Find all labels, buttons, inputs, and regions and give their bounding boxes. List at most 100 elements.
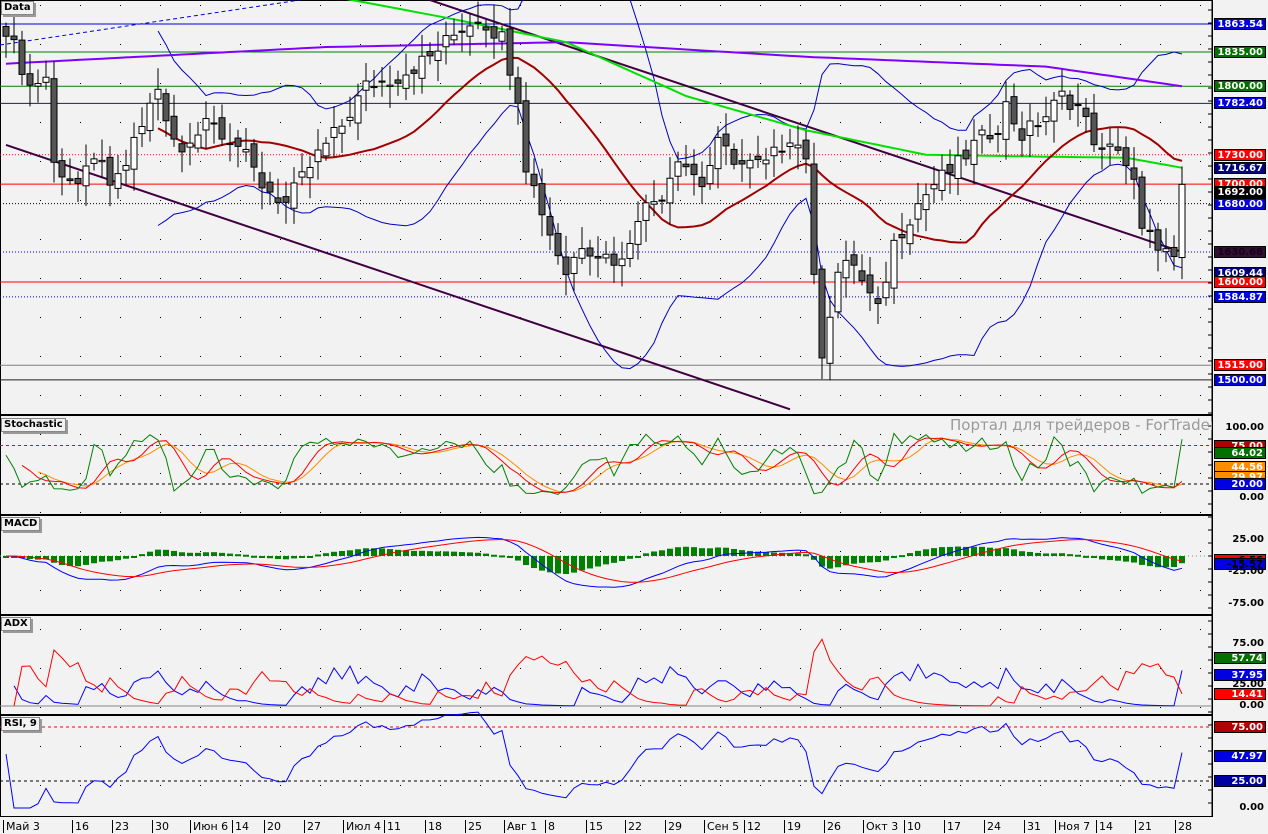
grid-dot [840, 83, 841, 84]
grid-dot [880, 356, 881, 357]
candle-body [442, 35, 450, 48]
candle-body [234, 137, 242, 147]
grid-dot [200, 200, 201, 201]
grid-dot [720, 5, 721, 6]
grid-dot [840, 356, 841, 357]
grid-dot [520, 590, 521, 591]
grid-dot [920, 356, 921, 357]
grid-dot [400, 785, 401, 786]
grid-dot [560, 707, 561, 708]
candle-body [650, 201, 658, 205]
grid-dot [480, 122, 481, 123]
candle-body [506, 28, 514, 76]
candle-body [594, 255, 602, 259]
candle-body [458, 30, 466, 33]
macd-histogram-bar [1107, 556, 1113, 561]
grid-dot [440, 590, 441, 591]
grid-dot [720, 590, 721, 591]
grid-dot [960, 395, 961, 396]
grid-dot [1080, 551, 1081, 552]
macd-histogram-bar [1051, 553, 1057, 556]
grid-dot [160, 590, 161, 591]
grid-dot [40, 590, 41, 591]
grid-dot [280, 5, 281, 6]
grid-dot [200, 395, 201, 396]
grid-dot [1160, 278, 1161, 279]
date-axis-label: Сен 5 [704, 820, 739, 833]
grid-dot [760, 629, 761, 630]
grid-dot [960, 590, 961, 591]
grid-dot [120, 746, 121, 747]
price-axis-label: 1782.40 [1214, 97, 1266, 110]
grid-dot [1040, 434, 1041, 435]
grid-dot [920, 473, 921, 474]
candle-body [146, 102, 154, 132]
grid-dot [320, 83, 321, 84]
grid-dot [720, 746, 721, 747]
candle-body [138, 126, 146, 135]
grid-dot [1120, 668, 1121, 669]
candle-body [1154, 229, 1162, 251]
grid-dot [760, 239, 761, 240]
grid-dot [480, 239, 481, 240]
grid-dot [920, 161, 921, 162]
grid-dot [240, 707, 241, 708]
grid-dot [1040, 395, 1041, 396]
grid-dot [360, 785, 361, 786]
macd-histogram-bar [323, 553, 329, 556]
macd-histogram-bar [155, 549, 161, 556]
grid-dot [680, 239, 681, 240]
grid-dot [360, 356, 361, 357]
grid-dot [80, 317, 81, 318]
date-axis-label: 18 [425, 820, 442, 833]
grid-dot [80, 473, 81, 474]
macd-histogram-bar [923, 549, 929, 556]
grid-dot [280, 161, 281, 162]
macd-histogram-bar [91, 556, 97, 564]
grid-dot [440, 122, 441, 123]
macd-histogram-bar [731, 548, 737, 556]
grid-dot [120, 629, 121, 630]
adx-axis-label: 14.41 [1214, 688, 1266, 701]
candle-body [2, 25, 10, 37]
macd-histogram-bar [459, 552, 465, 556]
macd-histogram-bar [1035, 552, 1041, 556]
grid-dot [760, 746, 761, 747]
macd-histogram-bar [675, 547, 681, 556]
grid-dot [400, 629, 401, 630]
grid-dot [760, 473, 761, 474]
grid-dot [640, 590, 641, 591]
candle-body [258, 172, 266, 189]
grid-dot [1200, 200, 1201, 201]
main-panel-label: Data [1, 1, 34, 15]
grid-dot [240, 83, 241, 84]
grid-dot [1120, 395, 1121, 396]
grid-dot [1200, 512, 1201, 513]
grid-dot [760, 5, 761, 6]
grid-dot [120, 200, 121, 201]
grid-dot [80, 83, 81, 84]
grid-dot [480, 161, 481, 162]
grid-dot [40, 512, 41, 513]
grid-dot [400, 668, 401, 669]
grid-dot [1040, 44, 1041, 45]
macd-histogram-bar [611, 556, 617, 563]
grid-dot [1000, 473, 1001, 474]
macd-histogram-bar [291, 556, 297, 559]
grid-dot [360, 278, 361, 279]
grid-dot [520, 629, 521, 630]
grid-dot [40, 161, 41, 162]
grid-dot [1040, 590, 1041, 591]
grid-dot [720, 278, 721, 279]
date-axis-label: Июн 6 [190, 820, 228, 833]
macd-histogram-bar [635, 556, 641, 558]
macd-histogram-bar [339, 551, 345, 556]
macd-histogram-bar [259, 556, 265, 558]
grid-dot [320, 473, 321, 474]
candle-body [874, 298, 882, 305]
grid-dot [960, 785, 961, 786]
macd-histogram-bar [651, 551, 657, 556]
grid-dot [880, 5, 881, 6]
candle-body [826, 316, 834, 364]
grid-dot [320, 629, 321, 630]
